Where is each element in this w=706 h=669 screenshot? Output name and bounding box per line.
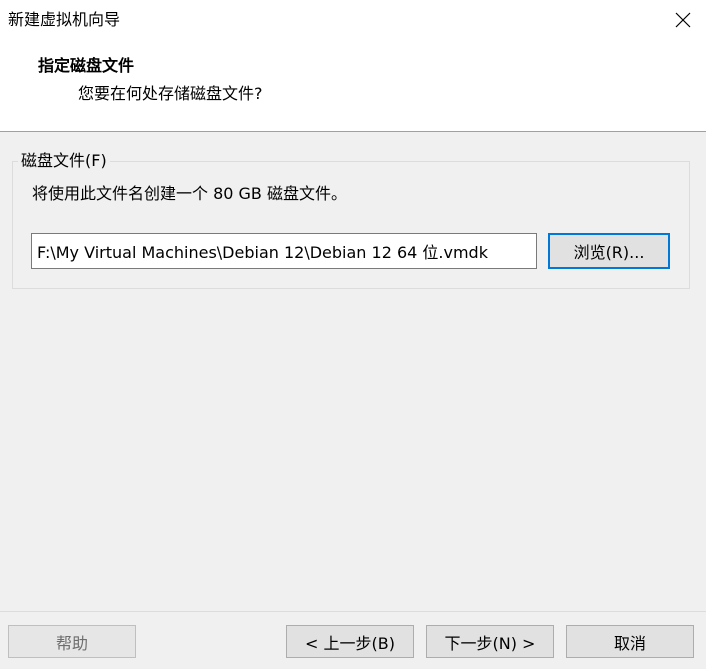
back-button[interactable]: < 上一步(B) xyxy=(286,625,414,658)
disk-file-path-input[interactable] xyxy=(31,233,537,269)
help-button[interactable]: 帮助 xyxy=(8,625,136,658)
disk-file-group-label: 磁盘文件(F) xyxy=(18,150,110,172)
close-button[interactable] xyxy=(660,0,706,40)
page-title: 指定磁盘文件 xyxy=(38,56,135,75)
close-icon xyxy=(675,12,691,28)
title-bar: 新建虚拟机向导 xyxy=(0,0,706,40)
browse-button[interactable]: 浏览(R)... xyxy=(548,233,670,269)
page-subtitle: 您要在何处存储磁盘文件? xyxy=(78,84,263,103)
disk-file-groupbox xyxy=(12,161,690,289)
disk-file-description: 将使用此文件名创建一个 80 GB 磁盘文件。 xyxy=(32,184,347,203)
cancel-button[interactable]: 取消 xyxy=(566,625,694,658)
wizard-header: 指定磁盘文件 您要在何处存储磁盘文件? xyxy=(0,40,706,132)
next-button[interactable]: 下一步(N) > xyxy=(426,625,554,658)
footer-divider xyxy=(0,611,706,612)
window-title: 新建虚拟机向导 xyxy=(8,10,121,29)
